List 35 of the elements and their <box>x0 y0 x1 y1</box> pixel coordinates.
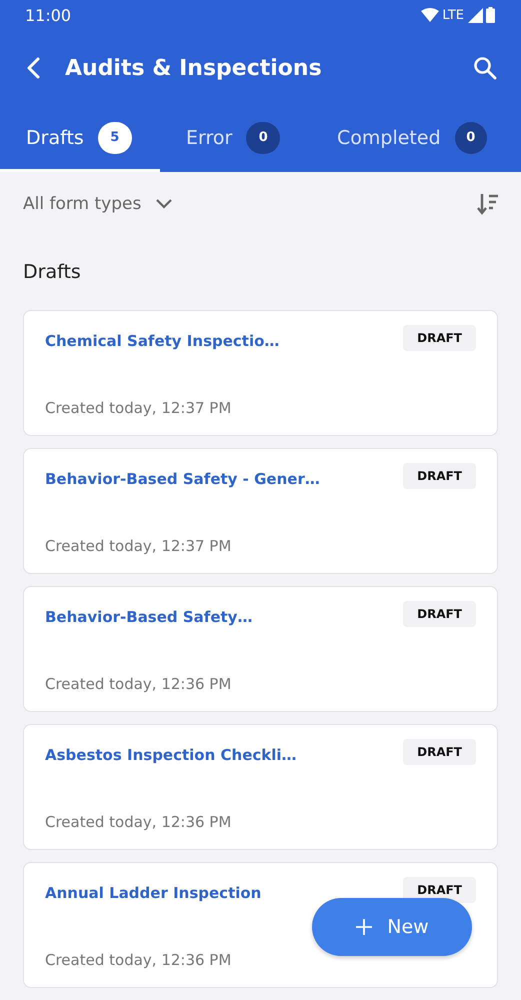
created-time: Created today, 12:36 PM <box>45 951 232 971</box>
network-type: LTE <box>442 8 464 22</box>
status-badge: DRAFT <box>403 325 476 351</box>
back-icon[interactable] <box>26 57 40 79</box>
created-time: Created today, 12:37 PM <box>45 537 232 557</box>
draft-card[interactable]: Chemical Safety Inspectio… DRAFT Created today, 12:37 PM <box>23 310 498 436</box>
chevron-down-icon <box>155 198 174 210</box>
draft-card[interactable]: Behavior-Based Safety - Gener… DRAFT Created today, 12:37 PM <box>23 448 498 574</box>
screen-title: Audits & Inspections <box>65 56 323 80</box>
section-heading: Drafts <box>22 260 82 281</box>
tab[interactable]: Drafts 5 <box>0 106 160 172</box>
created-time: Created today, 12:36 PM <box>45 675 232 695</box>
status-time: 11:00 <box>25 6 72 24</box>
tab[interactable]: Error 0 <box>160 106 333 172</box>
signal-icon <box>468 8 483 22</box>
tab[interactable]: Completed 0 <box>333 106 487 172</box>
plus-icon <box>355 918 374 936</box>
form-title: Annual Ladder Inspection <box>45 883 262 902</box>
wifi-icon <box>421 8 440 22</box>
status-badge: DRAFT <box>403 601 476 627</box>
search-icon[interactable] <box>473 56 497 80</box>
form-type-dropdown[interactable]: All form types <box>23 194 174 214</box>
battery-icon <box>486 7 495 23</box>
created-time: Created today, 12:36 PM <box>45 813 232 833</box>
status-badge: DRAFT <box>403 463 476 489</box>
new-button[interactable]: New <box>312 898 472 956</box>
created-time: Created today, 12:37 PM <box>45 399 232 419</box>
form-title: Behavior-Based Safety - Gener… <box>45 469 320 488</box>
form-title: Chemical Safety Inspectio… <box>45 331 280 350</box>
draft-card[interactable]: Asbestos Inspection Checkli… DRAFT Created today, 12:36 PM <box>23 724 498 850</box>
draft-card[interactable]: Behavior-Based Safety… DRAFT Created today, 12:36 PM <box>23 586 498 712</box>
form-title: Asbestos Inspection Checkli… <box>45 745 297 764</box>
status-badge: DRAFT <box>403 739 476 765</box>
sort-icon[interactable] <box>477 193 499 215</box>
form-title: Behavior-Based Safety… <box>45 607 252 626</box>
